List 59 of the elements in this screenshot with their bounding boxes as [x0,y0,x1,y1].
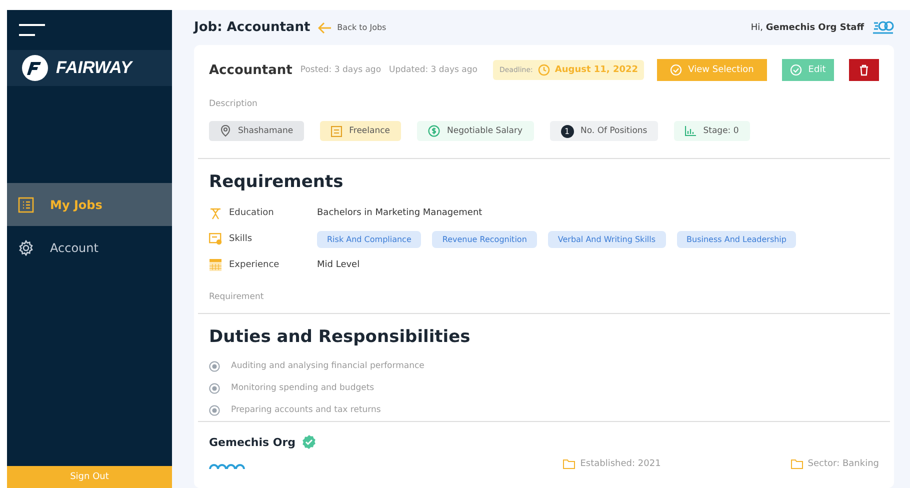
certificate-icon [209,233,222,245]
organization-name: Gemechis Org [209,436,296,448]
position-count: 1 [560,124,574,138]
folder-icon [563,459,576,469]
bullet-icon [209,404,220,416]
arrow-left-icon [318,22,332,34]
job-tag: Shashamane [209,121,304,141]
requirement-label: Experience [229,260,280,270]
description-label: Description [208,98,258,111]
job-tag: 1 No. Of Positions [550,121,658,141]
bar-chart-icon [685,126,696,136]
skill-tag: Business And Leadership [676,230,796,248]
job-tag: Stage: 0 [674,121,750,141]
requirement-label: Education [229,208,275,218]
check-circle-icon [670,64,682,76]
section-title: Duties and Responsibilities [208,326,472,349]
list-icon [18,196,34,212]
settings-icon [18,240,34,256]
duty-text: Monitoring spending and budgets [231,383,374,393]
skill-tag: Revenue Recognition [432,230,537,248]
list-icon [331,126,342,136]
requirement-value: Bachelors in Marketing Management [317,208,482,218]
location-icon [220,125,231,137]
duty-text: Preparing accounts and tax returns [231,405,381,415]
established-year: Established: 2021 [580,459,661,469]
clock-icon [538,64,550,76]
brand-name: FAIRWAY [56,58,132,78]
updated-date: Updated: 3 days ago [389,65,478,75]
job-title: Accountant [209,62,292,78]
posted-date: Posted: 3 days ago [300,65,382,75]
bullet-icon [209,382,220,394]
section-title: Requirements [208,171,344,194]
bullet-icon [209,360,220,372]
folder-icon [790,459,803,469]
back-link[interactable]: Back to Jobs [318,22,386,34]
dollar-icon [428,125,440,137]
check-circle-icon [790,64,802,76]
page-title: Job: Accountant [194,20,310,35]
user-greeting: Hi, Gemechis Org Staff [750,22,864,32]
logo-icon [22,55,48,81]
org-logo-icon [209,461,245,469]
graduate-icon [209,206,222,220]
trash-icon [859,64,870,76]
menu-icon[interactable] [19,24,45,36]
sector: Sector: Banking [808,459,879,469]
calendar-icon [209,259,222,271]
delete-button[interactable] [849,59,880,81]
job-tag: Freelance [320,121,402,141]
nav-item[interactable]: Account [7,226,172,269]
requirement-label: Skills [229,234,254,244]
skill-tag: Risk And Compliance [317,230,422,248]
nav-item[interactable]: My Jobs [7,183,172,226]
requirement-value: Mid Level [317,260,360,270]
job-tag: Negotiable Salary [417,121,534,141]
requirement-label: Requirement [208,291,265,304]
org-logo-icon [872,20,894,36]
duty-text: Auditing and analysing financial performance [231,361,424,371]
skill-tag: Verbal And Writing Skills [548,230,666,248]
deadline-date: August 11, 2022 [554,65,638,75]
